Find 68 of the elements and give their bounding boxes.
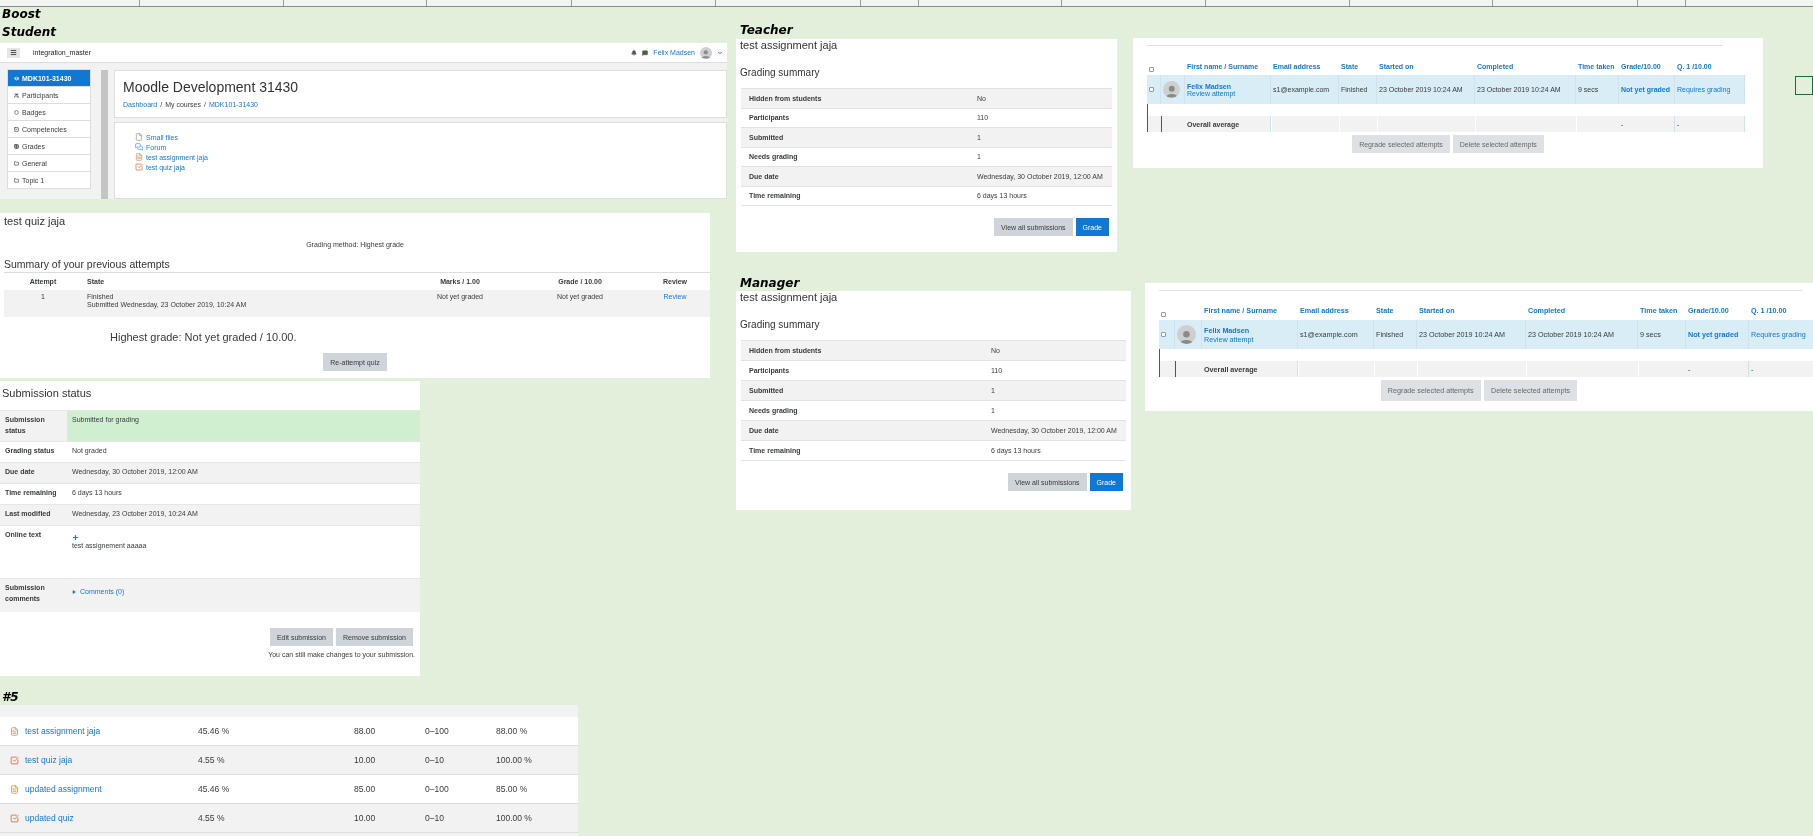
table-cell-text: 0–100 [425, 784, 450, 794]
course-title: Moodle Development 31430 [123, 79, 300, 95]
table-cell-text: 4.55 % [198, 755, 226, 765]
menu-button[interactable] [7, 47, 20, 58]
table-cell-text: 88.00 % [496, 726, 529, 736]
table-cell-text: 45.46 % [198, 784, 231, 794]
section-label: Boost [2, 7, 41, 21]
avatar [1163, 81, 1180, 98]
folder-icon [14, 160, 19, 166]
table-cell-text: 10.00 [354, 813, 377, 823]
table-cell-text: 45.46 % [198, 726, 231, 736]
avatar [700, 46, 712, 59]
caret-icon[interactable] [717, 49, 723, 56]
checkbox[interactable] [1161, 332, 1166, 337]
table-cell [1271, 116, 1339, 132]
folder-icon [14, 177, 19, 183]
document-icon [10, 726, 19, 736]
section-heading: Summary of your previous attempts [3, 257, 171, 272]
grade-item-link[interactable]: test quiz jaja [25, 755, 198, 765]
scrollbar[interactable] [101, 70, 108, 199]
section-heading: Grading summary [739, 66, 821, 80]
checkbox[interactable] [1149, 87, 1154, 92]
document-icon [10, 784, 19, 794]
table-cell-text: 100.00 % [496, 813, 533, 823]
checkbox-icon [10, 813, 19, 823]
participants-icon [14, 92, 19, 98]
cell-cursor [1795, 76, 1813, 95]
table-cell [1175, 361, 1202, 377]
table-cell-text: 100.00 % [496, 755, 533, 765]
grades-icon [14, 143, 19, 149]
chat-icon[interactable] [642, 49, 649, 56]
forum-icon [135, 143, 143, 151]
table-cell-text: 4.55 % [198, 813, 226, 823]
assignment-title: test assignment jaja [739, 39, 839, 53]
checkbox[interactable] [1161, 312, 1166, 317]
section-heading: Grading summary [739, 318, 821, 332]
table-cell-text: 88.00 [354, 726, 377, 736]
table-cell-text: 85.00 [354, 784, 377, 794]
grade-item-link[interactable]: updated assignment [25, 784, 198, 794]
quiz-title: test quiz jaja [3, 214, 67, 229]
table-cell [1147, 116, 1161, 132]
table-cell-text: 0–10 [425, 813, 445, 823]
badges-icon [14, 109, 19, 115]
section-label: Student [2, 25, 56, 39]
avatar [1177, 325, 1196, 344]
section-label: #5 [2, 690, 19, 704]
grade-item-link[interactable]: test assignment jaja [25, 726, 198, 736]
section-label: Teacher [740, 23, 793, 37]
submission-title: Submission status [1, 386, 93, 401]
checkbox-icon [10, 755, 19, 765]
table-cell-text: 85.00 % [496, 784, 529, 794]
competencies-icon [14, 126, 19, 132]
table-cell-text: 0–10 [425, 755, 445, 765]
assignment-title: test assignment jaja [739, 291, 839, 305]
bell-icon[interactable] [631, 49, 638, 56]
grade-item-link[interactable]: updated quiz [25, 813, 198, 823]
caret-icon[interactable] [72, 590, 76, 595]
section-label: Manager [740, 276, 800, 290]
checkbox-icon [135, 163, 143, 171]
checkbox[interactable] [1149, 67, 1154, 72]
expand-icon[interactable] [72, 534, 79, 541]
table-cell-text: 10.00 [354, 755, 377, 765]
table-cell [1161, 116, 1185, 132]
highest-grade: Highest grade: Not yet graded / 10.00. [109, 331, 298, 343]
table-cell-text: 0–100 [425, 726, 450, 736]
document-icon [135, 153, 143, 161]
table-cell [1159, 361, 1175, 377]
file-icon [135, 133, 143, 141]
